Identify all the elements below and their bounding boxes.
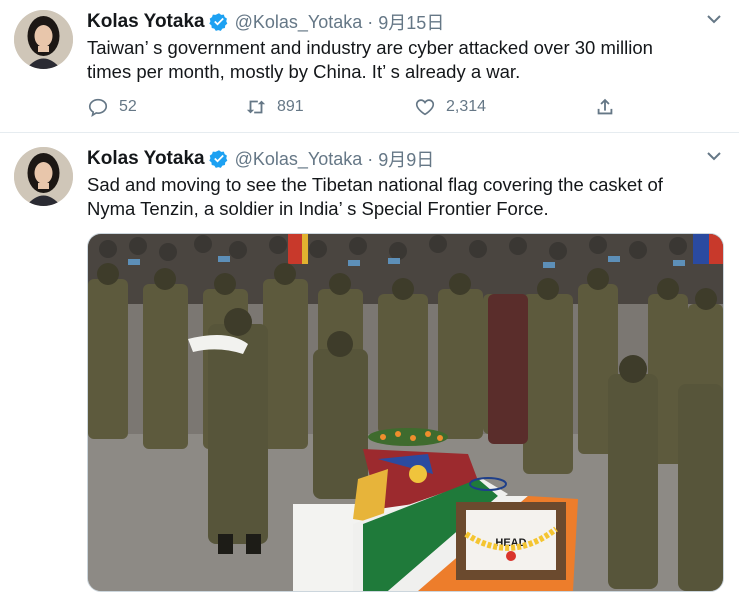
heart-icon	[415, 99, 435, 116]
tweet-text: Sad and moving to see the Tibetan nation…	[87, 173, 717, 221]
tweet-text-line: times per month, mostly by China. It’ s …	[87, 61, 521, 82]
like-count: 2,314	[446, 98, 487, 115]
retweet-count: 891	[277, 98, 304, 115]
tweet-header: Kolas Yotaka @Kolas_Yotaka · 9月9日	[87, 147, 434, 171]
author-handle[interactable]: @Kolas_Yotaka	[235, 149, 363, 170]
author-name[interactable]: Kolas Yotaka	[87, 148, 205, 170]
author-avatar[interactable]	[14, 10, 73, 69]
author-avatar[interactable]	[14, 147, 73, 206]
verified-badge-icon	[208, 149, 229, 169]
tweet-text-line: Nyma Tenzin, a soldier in India’ s Speci…	[87, 198, 549, 219]
tweet-header: Kolas Yotaka @Kolas_Yotaka · 9月15日	[87, 10, 444, 34]
reply-button[interactable]: 52	[87, 96, 137, 118]
verified-badge-icon	[208, 12, 229, 32]
reply-icon	[88, 98, 108, 118]
separator-dot: ·	[367, 148, 374, 169]
separator-dot: ·	[367, 11, 374, 32]
tweet-2[interactable]: Kolas Yotaka @Kolas_Yotaka · 9月9日 Sad an…	[0, 133, 739, 601]
reply-count: 52	[119, 98, 137, 115]
tweet-date[interactable]: 9月15日	[378, 9, 444, 35]
author-name[interactable]: Kolas Yotaka	[87, 11, 205, 33]
author-handle[interactable]: @Kolas_Yotaka	[235, 12, 363, 33]
tweet-text-line: Sad and moving to see the Tibetan nation…	[87, 174, 663, 195]
tweet-actions: 52 891 2,314	[87, 96, 627, 122]
like-button[interactable]: 2,314	[414, 96, 486, 118]
tweet-date[interactable]: 9月9日	[378, 146, 434, 172]
retweet-button[interactable]: 891	[245, 96, 304, 118]
share-button[interactable]	[594, 96, 616, 118]
chevron-down-icon[interactable]	[705, 147, 723, 165]
tweet-1[interactable]: Kolas Yotaka @Kolas_Yotaka · 9月15日 Taiwa…	[0, 0, 739, 133]
share-icon	[597, 98, 613, 115]
tweet-text: Taiwan’ s government and industry are cy…	[87, 36, 717, 84]
retweet-icon	[246, 100, 266, 114]
tweet-text-line: Taiwan’ s government and industry are cy…	[87, 37, 653, 58]
chevron-down-icon[interactable]	[705, 10, 723, 28]
tweet-photo[interactable]: HEAD	[87, 233, 724, 592]
